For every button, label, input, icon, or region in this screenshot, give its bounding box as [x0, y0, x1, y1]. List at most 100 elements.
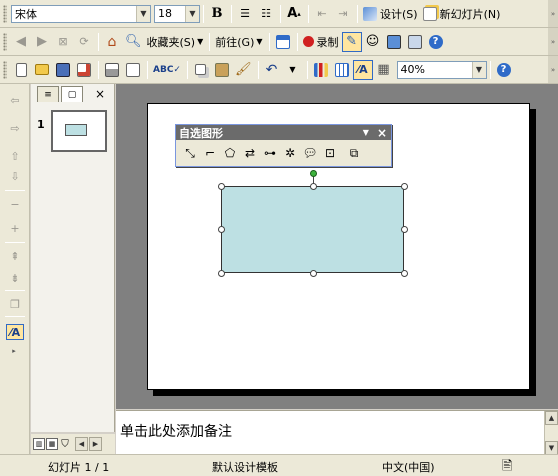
record-button[interactable]: 录制	[301, 32, 341, 52]
rectangle-shape[interactable]	[221, 186, 404, 273]
scroll-left-icon[interactable]: ◀	[75, 437, 88, 451]
expand-all-icon[interactable]: ⁄A	[352, 59, 373, 80]
toolbar-grip[interactable]	[3, 32, 7, 51]
expand-all-icon[interactable]: ⇟	[6, 270, 24, 286]
action-buttons-icon[interactable]: ⊡	[321, 144, 339, 162]
toolbar-options-icon[interactable]: »	[548, 0, 558, 27]
expand-icon[interactable]: +	[6, 220, 24, 236]
insert-table-icon[interactable]	[332, 60, 352, 80]
increase-indent-icon[interactable]: ⇥	[333, 4, 353, 24]
scroll-up-icon[interactable]: ▲	[545, 411, 558, 425]
connectors-icon[interactable]: ⌐	[201, 144, 219, 162]
paste-icon[interactable]	[212, 60, 232, 80]
more-autoshapes-icon[interactable]: ⧉	[345, 144, 363, 162]
open-icon[interactable]	[32, 60, 52, 80]
resize-handle-top[interactable]	[310, 183, 317, 190]
chevron-down-icon[interactable]: ▼	[136, 5, 150, 22]
print-preview-icon[interactable]	[123, 60, 143, 80]
broadcast-icon[interactable]	[384, 32, 404, 52]
promote-icon[interactable]: ⇦	[6, 92, 24, 108]
stars-banners-icon[interactable]: ✲	[281, 144, 299, 162]
basic-shapes-icon[interactable]: ⬠	[221, 144, 239, 162]
format-painter-icon[interactable]: 🖌︎	[233, 60, 254, 80]
home-icon[interactable]: ⌂	[102, 32, 122, 52]
slide-thumbnail[interactable]	[51, 110, 107, 152]
undo-dropdown-icon[interactable]: ▼	[283, 60, 303, 80]
summary-slide-icon[interactable]: ❐	[6, 296, 24, 312]
notes-scrollbar[interactable]: ▲ ▼	[544, 411, 558, 455]
resize-handle-right[interactable]	[401, 226, 408, 233]
permission-icon[interactable]	[74, 60, 94, 80]
stop-icon[interactable]: ⊠	[53, 32, 73, 52]
bullet-list-icon[interactable]: ☷	[256, 4, 276, 24]
show-toolbar-icon[interactable]	[273, 32, 293, 52]
font-size-select[interactable]: 18 ▼	[154, 4, 200, 23]
go-menu[interactable]: 前往(G) ▼	[213, 32, 264, 52]
spelling-icon[interactable]: ABC✓	[151, 60, 183, 80]
autoshapes-floating-toolbar[interactable]: 自选图形 ▼ × ⤡ ⌐ ⬠ ⇄ ⊶ ✲ 💬︎ ⊡ ⧉	[175, 124, 392, 167]
back-icon[interactable]: ◀	[11, 32, 31, 52]
bold-button[interactable]: B	[207, 4, 227, 24]
autoshapes-title-bar[interactable]: 自选图形 ▼ ×	[176, 125, 391, 140]
collapse-icon[interactable]: −	[6, 196, 24, 212]
print-icon[interactable]	[102, 60, 122, 80]
toolbar-grip[interactable]	[3, 60, 7, 79]
toolbar-options-icon[interactable]: ▸	[6, 346, 22, 356]
new-slide-button[interactable]: 新幻灯片(N)	[421, 4, 503, 24]
move-down-icon[interactable]: ⇩	[6, 168, 24, 184]
forward-icon[interactable]: ▶	[32, 32, 52, 52]
scroll-right-icon[interactable]: ▶	[89, 437, 102, 451]
zoom-select[interactable]: 40% ▼	[396, 60, 487, 79]
close-icon[interactable]: ×	[377, 126, 387, 140]
chevron-down-icon[interactable]: ▼	[471, 61, 486, 78]
block-arrows-icon[interactable]: ⇄	[241, 144, 259, 162]
copy-icon[interactable]	[191, 60, 211, 80]
font-name-select[interactable]: 宋体 ▼	[11, 4, 151, 23]
show-grid-icon[interactable]: ▦	[374, 60, 394, 80]
resize-handle-bottom[interactable]	[310, 270, 317, 277]
decrease-indent-icon[interactable]: ⇤	[312, 4, 332, 24]
toolbar-options-icon[interactable]: ▼	[363, 128, 369, 137]
demote-icon[interactable]: ⇨	[6, 120, 24, 136]
flowchart-icon[interactable]: ⊶	[261, 144, 279, 162]
search-icon[interactable]: 🔍︎	[123, 32, 144, 52]
spelling-status-icon[interactable]: 🖹︎	[502, 457, 512, 476]
tab-outline[interactable]: ≡	[37, 86, 59, 102]
help-button[interactable]: ?	[494, 60, 514, 80]
slideshow-icon[interactable]: ⛉	[59, 438, 71, 450]
toolbar-options-icon[interactable]: »	[548, 56, 558, 83]
collapse-all-icon[interactable]: ⇞	[6, 248, 24, 264]
resize-handle-bottom-left[interactable]	[218, 270, 225, 277]
new-document-icon[interactable]	[11, 60, 31, 80]
help-button[interactable]: ?	[426, 32, 446, 52]
close-icon[interactable]: ×	[95, 87, 105, 101]
online-meeting-icon[interactable]	[405, 32, 425, 52]
favorites-menu[interactable]: 收藏夹(S) ▼	[145, 32, 206, 52]
numbered-list-icon[interactable]: ☰	[235, 4, 255, 24]
toolbar-grip[interactable]	[3, 4, 7, 23]
resize-handle-top-left[interactable]	[218, 183, 225, 190]
increase-font-icon[interactable]: A ▴	[284, 4, 304, 24]
scroll-down-icon[interactable]: ▼	[545, 441, 558, 455]
tab-slides[interactable]: ▢	[61, 86, 83, 102]
undo-icon[interactable]: ↶	[262, 60, 282, 80]
show-formatting-icon[interactable]: ⁄A	[6, 324, 24, 340]
move-up-icon[interactable]: ⇧	[6, 148, 24, 164]
resize-handle-bottom-right[interactable]	[401, 270, 408, 277]
refresh-icon[interactable]: ⟳	[74, 32, 94, 52]
notes-placeholder[interactable]: 单击此处添加备注	[120, 421, 232, 441]
rotation-handle[interactable]	[310, 170, 317, 177]
toolbar-options-icon[interactable]: »	[548, 28, 558, 55]
pen-icon[interactable]: ✎	[341, 31, 362, 52]
chevron-down-icon[interactable]: ▼	[185, 5, 199, 22]
slide-sorter-icon[interactable]: ▦	[46, 438, 58, 450]
insert-chart-icon[interactable]	[311, 60, 331, 80]
notes-pane[interactable]: 单击此处添加备注 ▲ ▼	[116, 410, 558, 455]
callouts-icon[interactable]: 💬︎	[301, 144, 319, 162]
normal-view-icon[interactable]: ▥	[33, 438, 45, 450]
resize-handle-top-right[interactable]	[401, 183, 408, 190]
resize-handle-left[interactable]	[218, 226, 225, 233]
design-button[interactable]: 设计(S)	[361, 4, 420, 24]
user-icon[interactable]: ☺	[363, 32, 383, 52]
save-icon[interactable]	[53, 60, 73, 80]
